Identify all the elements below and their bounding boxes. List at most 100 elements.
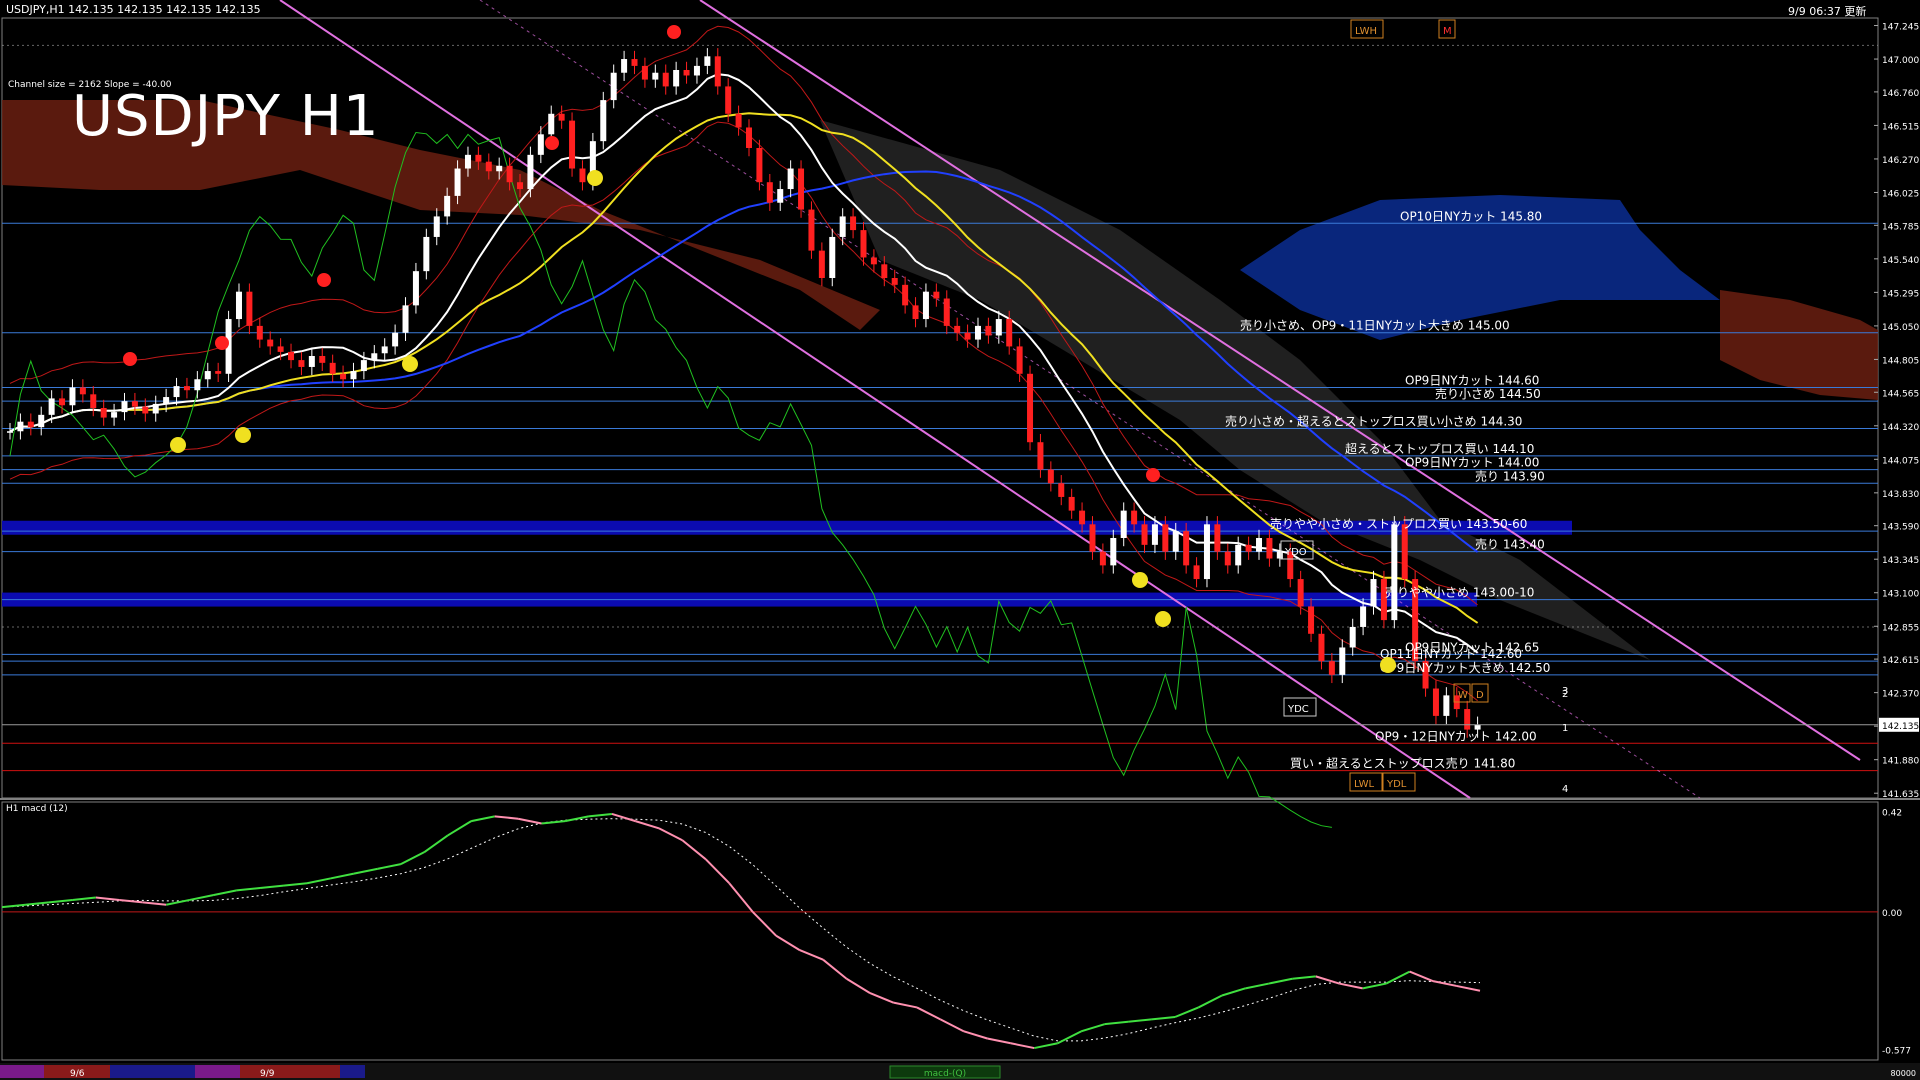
macd-segment (119, 898, 143, 904)
candle-body (1027, 373, 1034, 443)
macd-segment (1127, 1018, 1152, 1023)
sell-signal-icon (317, 273, 331, 287)
candle-body (444, 195, 451, 217)
sell-signal-icon (545, 136, 559, 150)
marker-label: M (1443, 26, 1452, 37)
macd-segment (494, 815, 519, 820)
chart-window[interactable]: { "header": { "symbol_info": "USDJPY,H1 … (0, 0, 1920, 1080)
candle-body (943, 298, 950, 326)
macd-segment (1221, 987, 1246, 997)
candle-body (59, 398, 66, 406)
candle-body (922, 291, 929, 320)
axis-label: 145.540 (1882, 256, 1919, 266)
level-label: 買い・超えるとストップロス売り 141.80 (1290, 756, 1515, 771)
candle-body (1401, 524, 1408, 580)
datetime-label: 9/9 06:37 更新 (1788, 5, 1867, 18)
candle-body (891, 278, 898, 285)
buy-signal-icon (1132, 572, 1148, 588)
macd-segment (822, 958, 848, 980)
level-label: 売り小さめ・超えるとストップロス買い小さめ 144.30 (1225, 414, 1522, 429)
candle-body (1183, 531, 1190, 566)
marker-label: YDC (1287, 704, 1309, 715)
candle-body (1058, 483, 1065, 497)
candle-body (1370, 579, 1377, 607)
candle-body (756, 148, 763, 183)
candle-body (746, 127, 752, 148)
buy-signal-icon (587, 170, 603, 186)
candle-body (1214, 524, 1221, 552)
candle-body (1391, 524, 1398, 621)
date-segment (195, 1065, 240, 1078)
macd-segment (283, 882, 308, 887)
macd-segment (1104, 1020, 1129, 1026)
candle-body (933, 291, 940, 299)
macd-segment (1456, 984, 1481, 992)
axis-label: 142.370 (1882, 690, 1919, 700)
level-label: 売りやや小さめ・ストップロス買い 143.50-60 (1270, 516, 1527, 531)
level-label: 売り 143.40 (1475, 537, 1545, 552)
macd-axis-label: 0.00 (1882, 909, 1902, 919)
marker-label: LWL (1354, 779, 1375, 790)
macd-segment (564, 815, 589, 823)
level-label: 売り小さめ 144.50 (1435, 386, 1541, 401)
candle-body (537, 134, 544, 155)
candle-body (1203, 524, 1210, 580)
candle-body (1339, 647, 1346, 675)
macd-segment (1080, 1023, 1105, 1033)
candle-body (1162, 524, 1169, 552)
macd-segment (471, 815, 495, 823)
macd-segment (1385, 970, 1411, 985)
macd-segment (517, 817, 542, 825)
candle-body (610, 72, 617, 101)
candle-body (818, 250, 825, 278)
macd-panel-frame (1, 801, 1879, 1061)
candle-body (974, 325, 981, 340)
macd-segment (1409, 970, 1434, 983)
candle-body (558, 113, 565, 121)
candle-body (7, 431, 13, 433)
candle-body (1151, 524, 1158, 545)
channel-lower-line (699, 0, 1861, 761)
axis-label: 144.805 (1882, 356, 1919, 366)
candle-body (485, 161, 492, 172)
macd-segment (1151, 1016, 1176, 1021)
sell-signal-icon (1146, 468, 1160, 482)
date-segment (0, 1065, 44, 1078)
candle-body (641, 65, 648, 80)
candle-body (714, 56, 721, 87)
price-chart[interactable]: OP10日NYカット 145.80 売り小さめ、OP9・11日NYカット大きめ 1… (0, 0, 1920, 1080)
level-label: 売り小さめ、OP9・11日NYカット大きめ 145.00 (1240, 318, 1510, 333)
macd-segment (1057, 1030, 1082, 1045)
marker-label: LWH (1355, 26, 1377, 37)
candle-body (319, 356, 326, 363)
candle-body (569, 120, 576, 169)
axis-label: 143.100 (1882, 590, 1919, 600)
macd-segment (72, 896, 96, 901)
candle-body (1172, 531, 1179, 552)
candle-body (267, 339, 274, 347)
candle-body (1245, 544, 1252, 552)
marker-label: YDO (1284, 547, 1307, 558)
candle-body (964, 332, 971, 340)
candle-body (850, 216, 857, 231)
candle-body (662, 72, 669, 87)
axis-label: 144.320 (1882, 423, 1919, 433)
macd-segment (1362, 982, 1387, 990)
candle-body (142, 406, 149, 414)
candle-body (1224, 551, 1231, 566)
candle-body (1235, 544, 1242, 566)
candle-body (277, 346, 284, 352)
candle-body (1068, 496, 1075, 511)
macd-segment (377, 863, 402, 870)
macd-segment (1010, 1042, 1035, 1050)
candle-body (79, 387, 86, 395)
level-label: OP9日NYカット 144.00 (1405, 456, 1539, 470)
macd-segment (1198, 994, 1223, 1009)
candle-body (288, 351, 295, 361)
macd-segment (939, 1018, 965, 1033)
buy-signal-icon (402, 356, 418, 372)
candle-body (1006, 319, 1013, 347)
candle-body (308, 356, 315, 367)
macd-signal-line (1, 818, 1481, 1042)
candle-body (329, 362, 336, 374)
